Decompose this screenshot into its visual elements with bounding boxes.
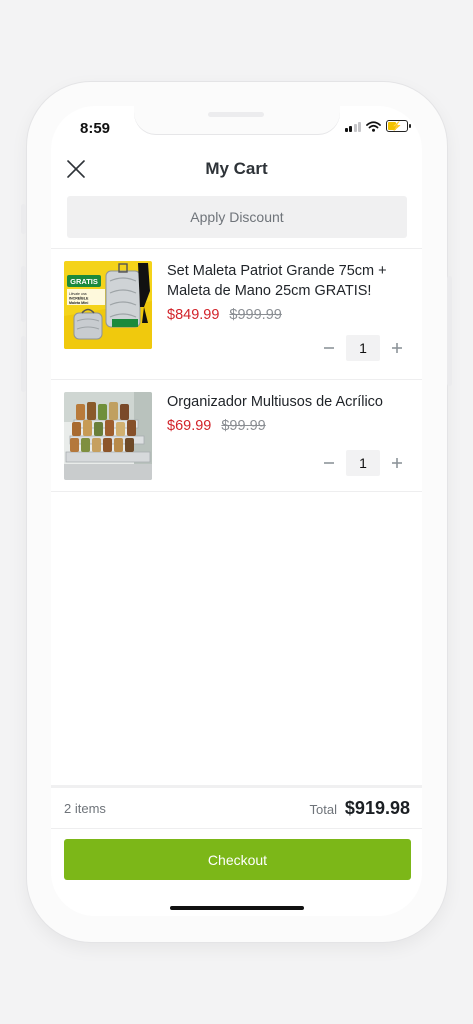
quantity-value[interactable]: 1 [346, 335, 380, 361]
cart-item-list: GRATIS Llévate una INCREÍBLE Maleta Mini [51, 248, 422, 492]
apply-discount-button[interactable]: Apply Discount [67, 196, 407, 238]
order-summary: 2 items Total $919.98 [51, 788, 422, 829]
minus-icon [324, 462, 334, 464]
total-label: Total [309, 802, 337, 817]
quantity-stepper: 1 [318, 335, 408, 361]
status-time: 8:59 [80, 120, 111, 137]
checkout-button[interactable]: Checkout [64, 839, 411, 880]
quantity-value[interactable]: 1 [346, 450, 380, 476]
volume-down-button [21, 336, 26, 392]
mute-switch [21, 204, 26, 234]
decrease-quantity-button[interactable] [318, 335, 340, 361]
power-button [447, 276, 452, 386]
speaker-grille [208, 112, 264, 117]
increase-quantity-button[interactable] [386, 335, 408, 361]
decrease-quantity-button[interactable] [318, 450, 340, 476]
app-screen: 8:59 ⚡ My Cart Apply Discount GRATIS Llé… [51, 106, 422, 916]
price-group: $69.99 $99.99 [167, 418, 266, 434]
page-title: My Cart [205, 159, 268, 178]
home-indicator[interactable] [170, 906, 304, 910]
quantity-stepper: 1 [318, 450, 408, 476]
battery-icon: ⚡ [386, 120, 411, 132]
price-group: $849.99 $999.99 [167, 307, 282, 323]
minus-icon [324, 347, 334, 349]
signal-icon [344, 121, 361, 132]
volume-up-button [21, 266, 26, 322]
product-image-luggage-set[interactable]: GRATIS Llévate una INCREÍBLE Maleta Mini [64, 261, 152, 349]
sale-price: $69.99 [167, 418, 212, 434]
status-icons: ⚡ [344, 120, 411, 132]
image-badge-text: GRATIS [70, 277, 98, 286]
product-name[interactable]: Set Maleta Patriot Grande 75cm + Maleta … [167, 261, 410, 301]
plus-icon [392, 343, 402, 353]
notch [134, 106, 340, 135]
item-count: 2 items [64, 801, 106, 816]
original-price: $99.99 [221, 418, 266, 434]
product-image-acrylic-organizer[interactable] [64, 392, 152, 480]
product-name[interactable]: Organizador Multiusos de Acrílico [167, 392, 410, 412]
total-value: $919.98 [344, 798, 410, 818]
cart-item: Organizador Multiusos de Acrílico $69.99… [51, 380, 422, 492]
header: My Cart [51, 148, 422, 190]
sale-price: $849.99 [167, 307, 220, 323]
svg-text:Maleta Mini: Maleta Mini [69, 301, 88, 305]
cart-item: GRATIS Llévate una INCREÍBLE Maleta Mini [51, 249, 422, 380]
svg-text:INCREÍBLE: INCREÍBLE [69, 296, 89, 301]
svg-text:Llévate una: Llévate una [69, 292, 87, 296]
wifi-icon [366, 120, 381, 132]
increase-quantity-button[interactable] [386, 450, 408, 476]
cart-footer: 2 items Total $919.98 Checkout [51, 785, 422, 916]
original-price: $999.99 [229, 307, 282, 323]
plus-icon [392, 458, 402, 468]
